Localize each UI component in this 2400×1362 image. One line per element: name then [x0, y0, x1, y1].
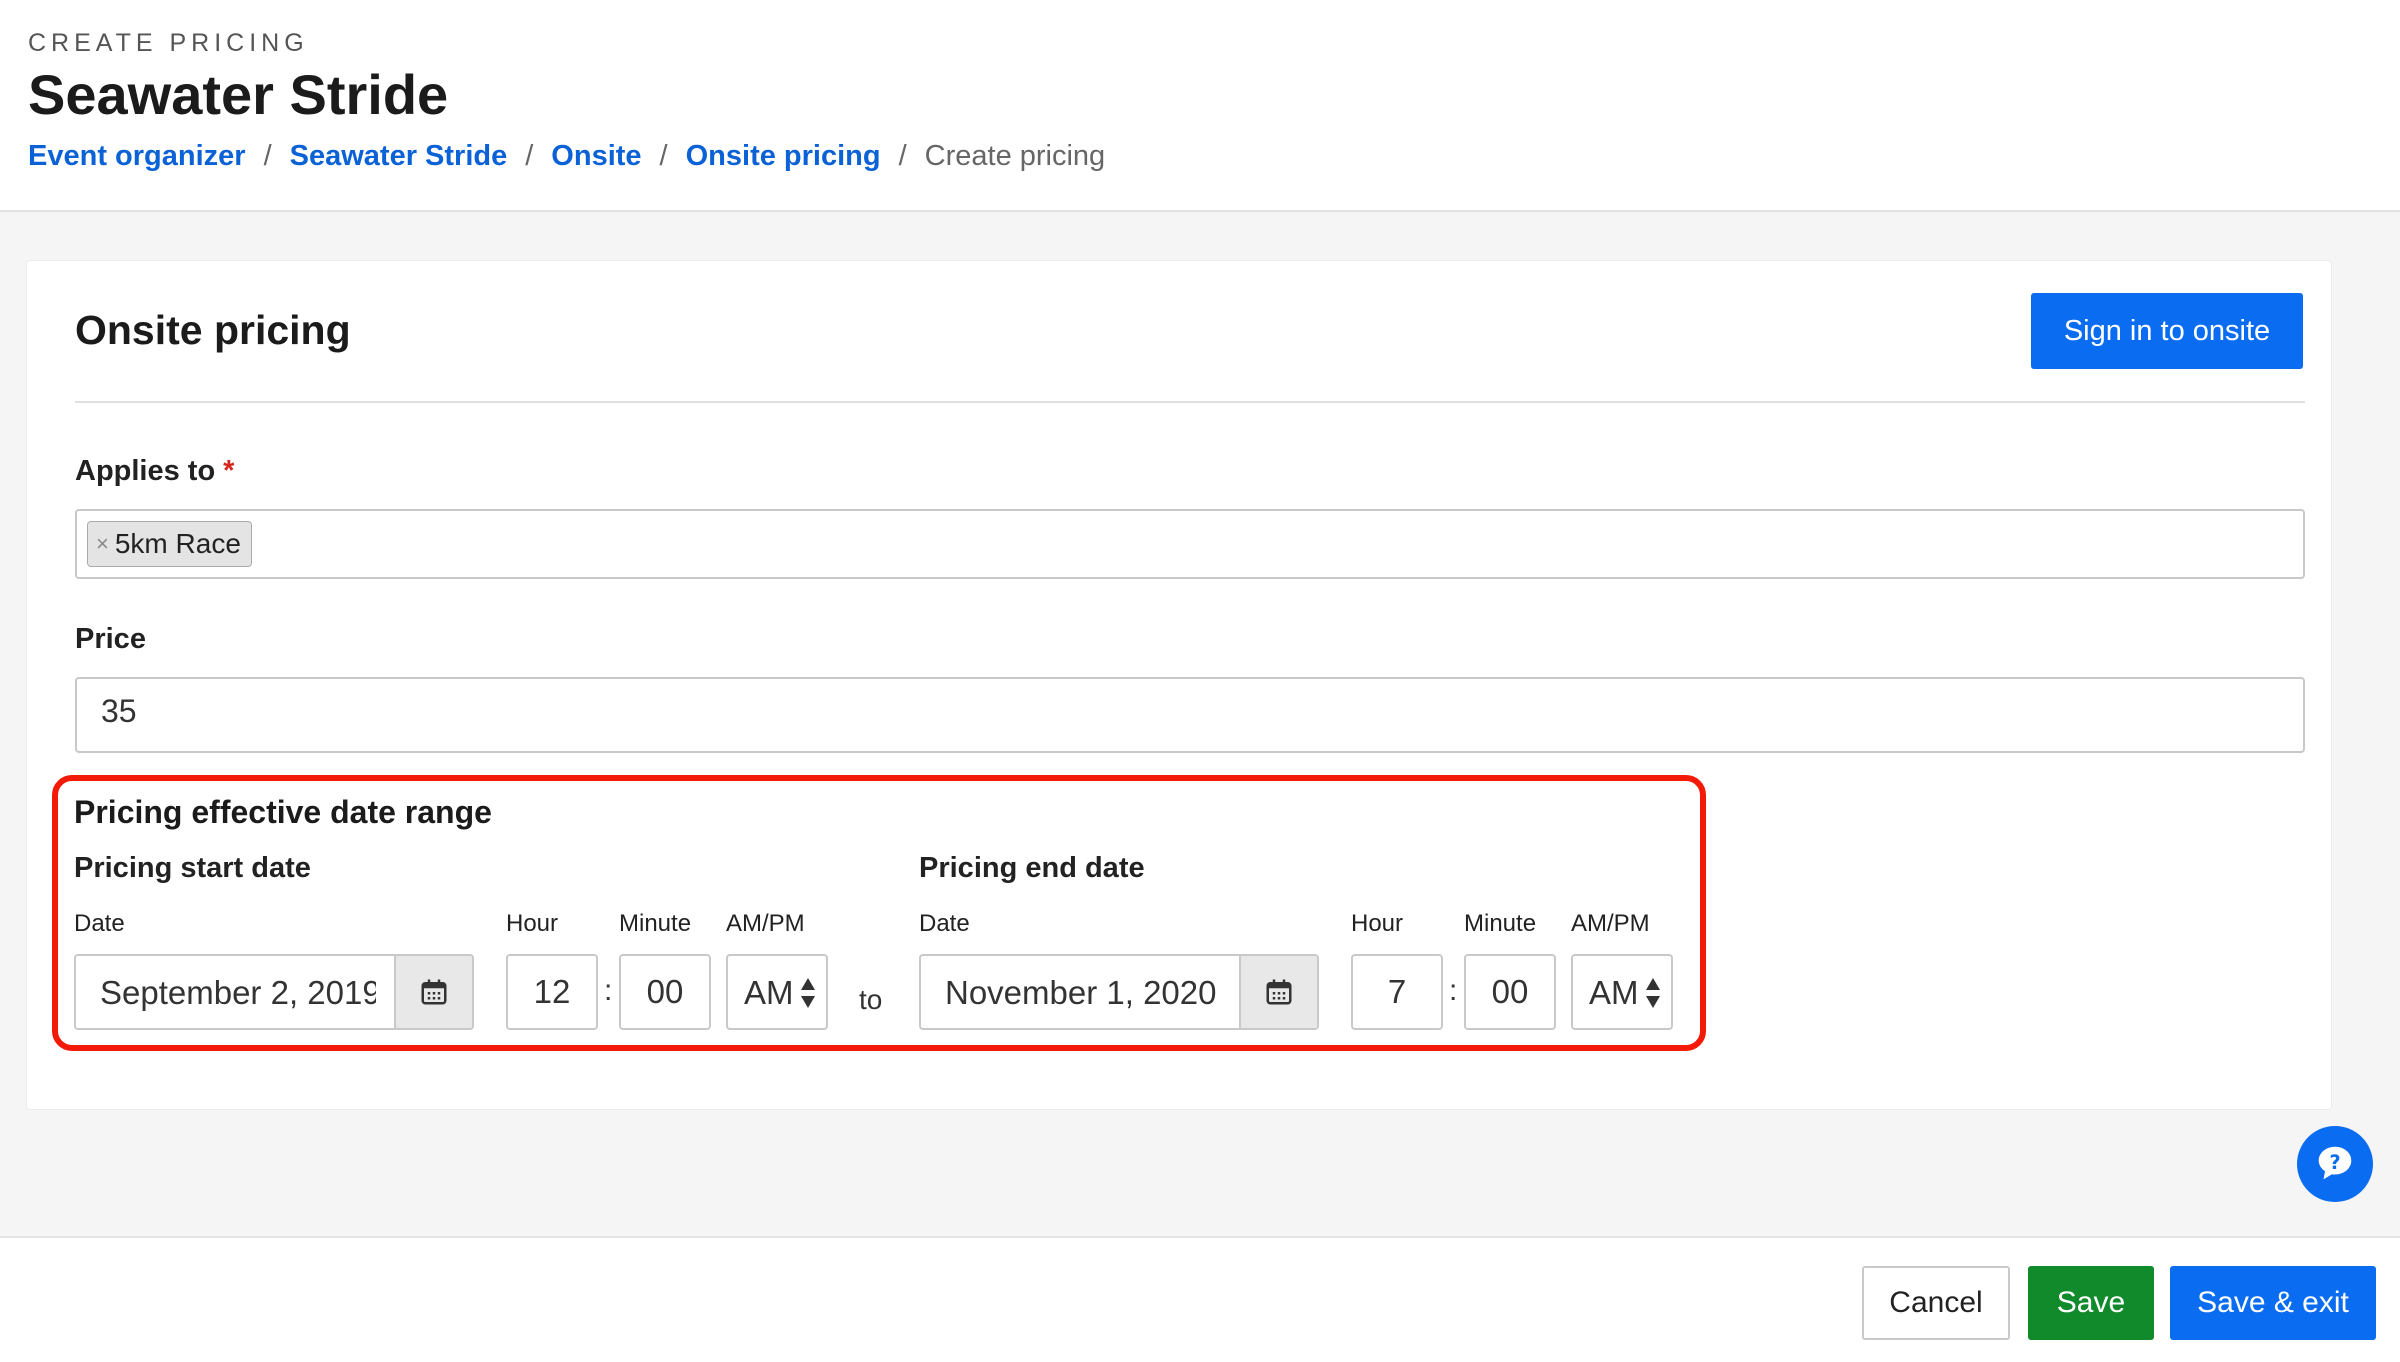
required-mark: *	[223, 455, 235, 487]
applies-to-input[interactable]: × 5km Race	[75, 509, 2305, 579]
select-arrows-icon	[1646, 978, 1660, 1008]
page-eyebrow: CREATE PRICING	[28, 29, 309, 57]
price-input[interactable]: 35	[75, 677, 2305, 753]
end-date-title: Pricing end date	[919, 852, 1145, 884]
breadcrumb-event-organizer[interactable]: Event organizer	[28, 140, 246, 173]
end-hour-input[interactable]: 7	[1351, 954, 1443, 1030]
end-date-label: Date	[919, 910, 970, 937]
page-title: Seawater Stride	[28, 63, 449, 126]
end-minute-input[interactable]: 00	[1464, 954, 1556, 1030]
price-label: Price	[75, 623, 146, 655]
end-hour-label: Hour	[1351, 910, 1404, 937]
start-calendar-button[interactable]	[394, 956, 472, 1028]
range-to-label: to	[859, 984, 883, 1015]
svg-text:?: ?	[2329, 1151, 2340, 1174]
select-arrows-icon	[801, 978, 815, 1008]
start-ampm-select[interactable]: AM	[726, 954, 828, 1030]
end-calendar-button[interactable]	[1239, 956, 1317, 1028]
price-value: 35	[101, 693, 137, 729]
section-divider	[75, 401, 2305, 403]
save-button[interactable]: Save	[2028, 1266, 2154, 1340]
end-ampm-label: AM/PM	[1571, 910, 1650, 937]
start-hour-input[interactable]: 12	[506, 954, 598, 1030]
page-header: CREATE PRICING Seawater Stride Event org…	[0, 0, 2400, 212]
calendar-icon	[421, 979, 447, 1005]
section-title: Onsite pricing	[75, 307, 351, 353]
start-date-label: Date	[74, 910, 125, 937]
end-minute-label: Minute	[1464, 910, 1537, 937]
save-and-exit-button[interactable]: Save & exit	[2170, 1266, 2376, 1340]
start-ampm-label: AM/PM	[726, 910, 805, 937]
date-range-title: Pricing effective date range	[74, 794, 492, 830]
applies-to-label-text: Applies to	[75, 455, 216, 487]
start-date-input[interactable]: September 2, 2019	[74, 954, 474, 1030]
start-minute-label: Minute	[619, 910, 692, 937]
start-date-value: September 2, 2019	[100, 974, 376, 1011]
tag-remove-icon[interactable]: ×	[96, 531, 109, 557]
start-hour-label: Hour	[506, 910, 559, 937]
breadcrumb-onsite-pricing[interactable]: Onsite pricing	[686, 140, 881, 173]
end-date-value: November 1, 2020	[945, 974, 1217, 1011]
page-footer: Cancel Save Save & exit	[0, 1236, 2400, 1362]
help-chat-icon: ?	[2318, 1146, 2352, 1180]
start-date-title: Pricing start date	[74, 852, 311, 884]
end-time-colon: :	[1449, 974, 1458, 1007]
cancel-button[interactable]: Cancel	[1862, 1266, 2010, 1340]
breadcrumb-separator: /	[263, 140, 272, 172]
start-minute-input[interactable]: 00	[619, 954, 711, 1030]
end-ampm-value: AM	[1589, 974, 1639, 1011]
create-pricing-page: CREATE PRICING Seawater Stride Event org…	[0, 0, 2400, 1362]
end-ampm-select[interactable]: AM	[1571, 954, 1673, 1030]
breadcrumb: Event organizer / Seawater Stride / Onsi…	[28, 140, 1105, 173]
end-date-input[interactable]: November 1, 2020	[919, 954, 1319, 1030]
applies-to-tag: × 5km Race	[87, 521, 252, 567]
breadcrumb-seawater-stride[interactable]: Seawater Stride	[290, 140, 508, 173]
breadcrumb-onsite[interactable]: Onsite	[551, 140, 641, 173]
breadcrumb-separator: /	[898, 140, 907, 172]
breadcrumb-separator: /	[659, 140, 668, 172]
sign-in-onsite-button[interactable]: Sign in to onsite	[2031, 293, 2303, 369]
breadcrumb-current: Create pricing	[924, 140, 1106, 172]
help-button[interactable]: ?	[2297, 1126, 2373, 1202]
tag-label: 5km Race	[114, 528, 241, 559]
calendar-icon	[1266, 979, 1292, 1005]
start-ampm-value: AM	[744, 974, 794, 1011]
applies-to-label: Applies to *	[75, 455, 234, 488]
start-time-colon: :	[604, 974, 613, 1007]
breadcrumb-separator: /	[525, 140, 534, 172]
